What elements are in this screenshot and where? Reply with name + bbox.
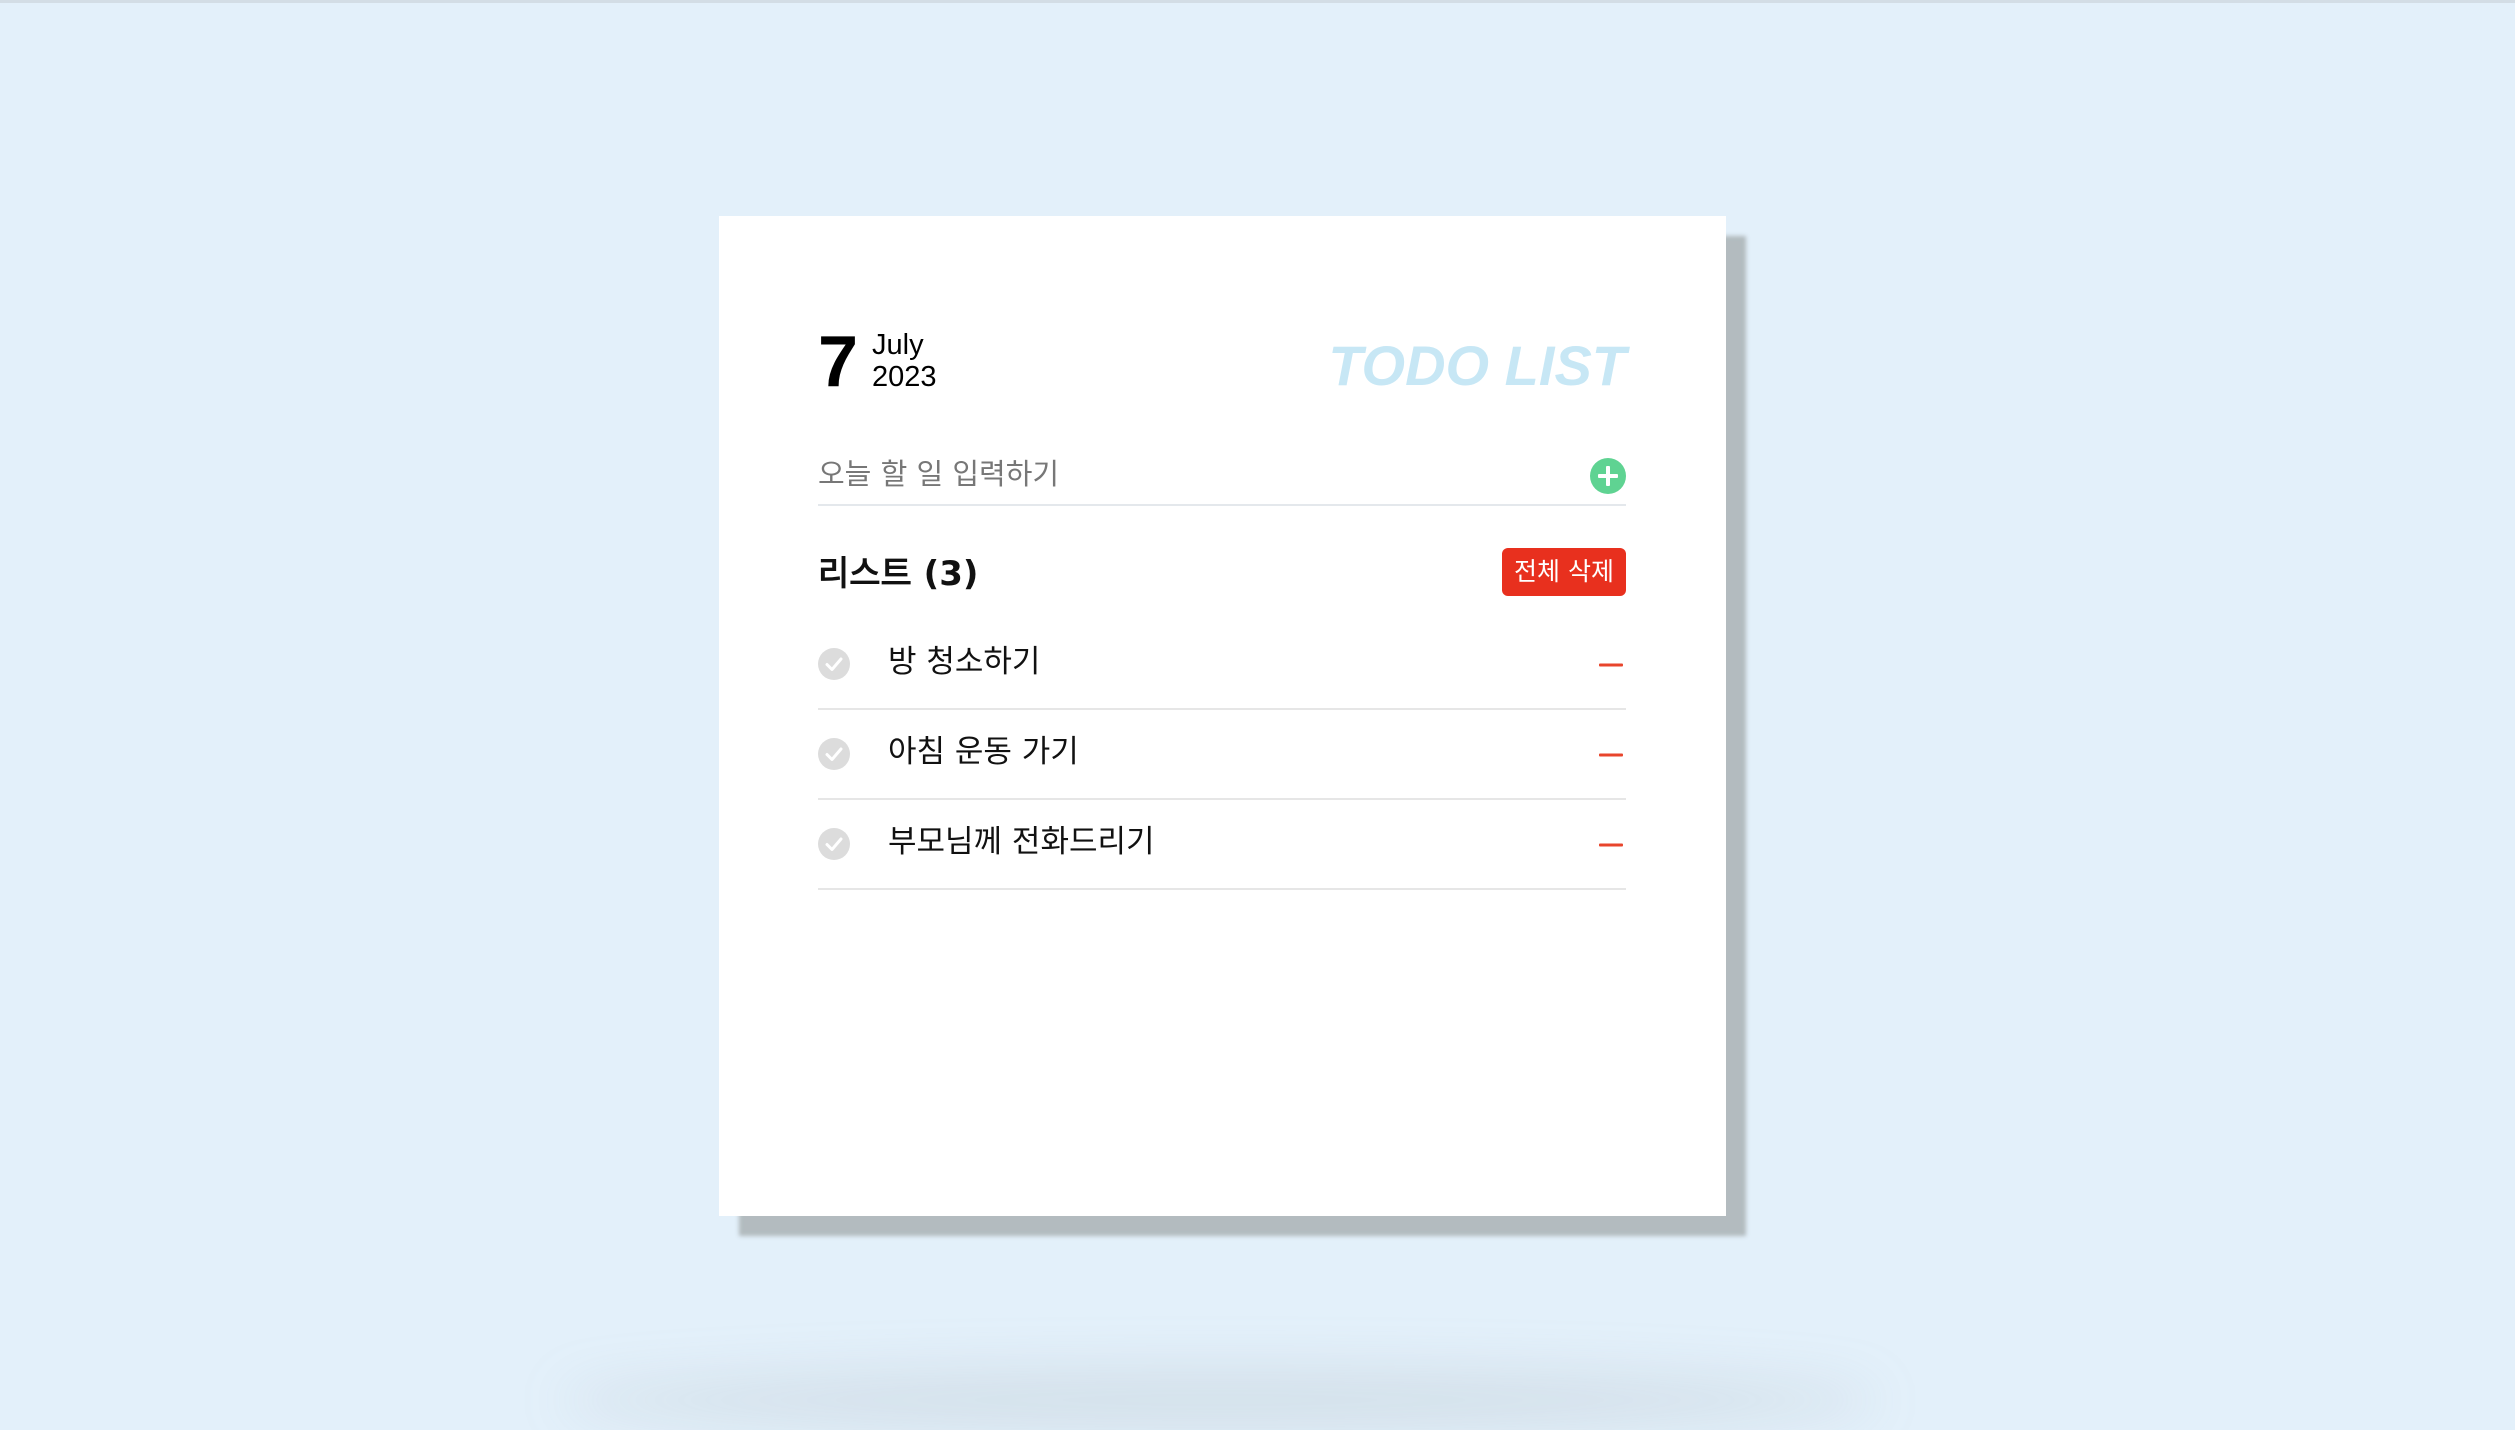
clear-all-button[interactable]: 전체 삭제 — [1502, 548, 1626, 596]
date-day: 7 — [818, 322, 859, 402]
todo-input-row — [818, 446, 1626, 506]
date-year: 2023 — [872, 361, 937, 393]
todo-card: 7 July 2023 TODO LIST 리스트 (3) 전체 삭제 방 청소… — [719, 216, 1726, 1216]
minus-icon — [1599, 753, 1623, 757]
todo-input[interactable] — [818, 446, 1538, 502]
todo-checkbox[interactable] — [818, 648, 850, 680]
todo-text: 부모님께 전화드리기 — [888, 824, 1155, 860]
todo-checkbox[interactable] — [818, 738, 850, 770]
todo-item: 방 청소하기 — [818, 620, 1626, 710]
todo-checkbox[interactable] — [818, 828, 850, 860]
todo-item: 아침 운동 가기 — [818, 710, 1626, 800]
bottom-shadow — [560, 1370, 1880, 1430]
todo-text: 아침 운동 가기 — [888, 734, 1079, 770]
plus-circle-icon — [1598, 466, 1618, 486]
remove-todo-button[interactable] — [1596, 830, 1626, 860]
check-icon — [825, 747, 843, 761]
check-icon — [825, 837, 843, 851]
add-todo-button[interactable] — [1590, 458, 1626, 494]
list-title: 리스트 (3) — [818, 554, 979, 594]
minus-icon — [1599, 663, 1623, 667]
remove-todo-button[interactable] — [1596, 650, 1626, 680]
list-header: 리스트 (3) 전체 삭제 — [818, 546, 1626, 602]
remove-todo-button[interactable] — [1596, 740, 1626, 770]
minus-icon — [1599, 843, 1623, 847]
date-month: July — [872, 329, 924, 361]
app-title: TODO LIST — [1328, 334, 1626, 397]
todo-list: 방 청소하기 아침 운동 가기 부모님께 전화드리기 — [818, 620, 1626, 890]
browser-top-border — [0, 0, 2515, 3]
check-icon — [825, 657, 843, 671]
todo-item: 부모님께 전화드리기 — [818, 800, 1626, 890]
todo-text: 방 청소하기 — [888, 644, 1041, 680]
